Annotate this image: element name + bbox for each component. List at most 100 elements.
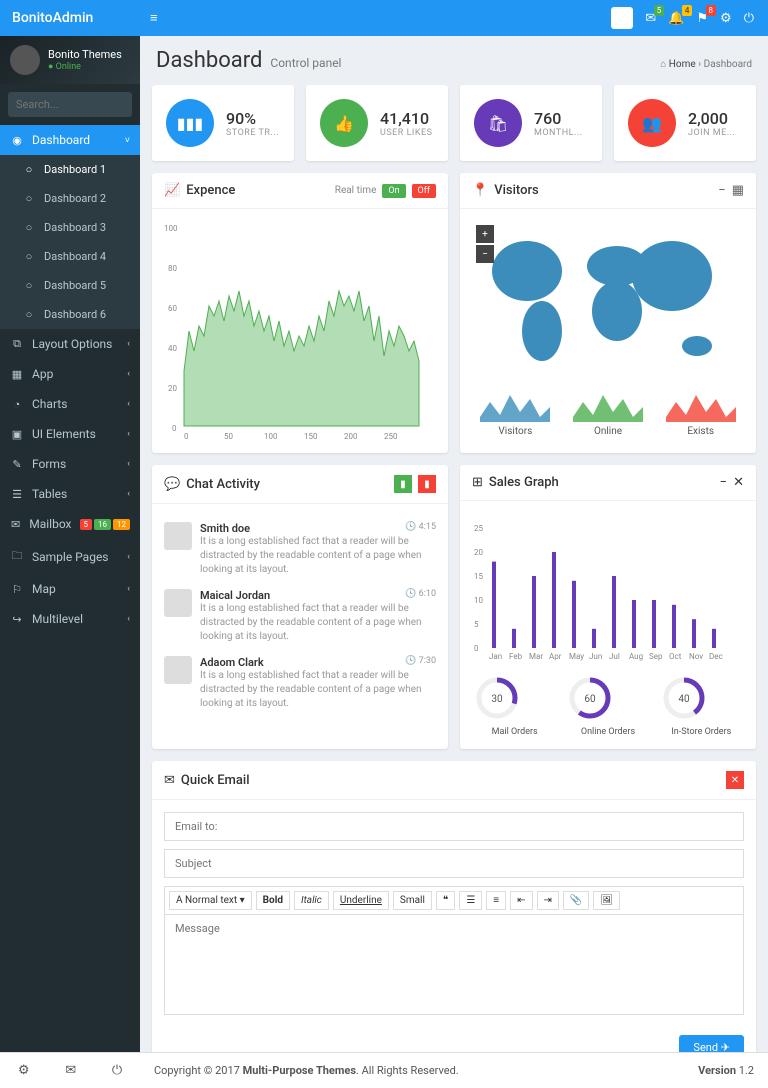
nav-dashboard[interactable]: ◉Dashboard˅ [0, 125, 140, 155]
email-subject-input[interactable] [164, 849, 744, 878]
stat-label: USER LIKES [380, 128, 432, 138]
svg-text:May: May [569, 652, 584, 661]
nav-dashboard-5[interactable]: ○Dashboard 5 [0, 271, 140, 300]
donut-chart: 40 [659, 673, 709, 723]
svg-text:250: 250 [384, 432, 398, 441]
sales-collapse[interactable]: − [720, 475, 727, 490]
svg-text:0: 0 [172, 424, 177, 433]
stat-label: JOIN ME... [688, 128, 735, 138]
nav-map[interactable]: ⚐Map‹ [0, 574, 140, 604]
small-button[interactable]: Small [393, 891, 432, 910]
nav-layout[interactable]: ⧉Layout Options‹ [0, 329, 140, 359]
user-name: Bonito Themes [48, 48, 122, 61]
ul-button[interactable]: ☰ [459, 891, 482, 910]
attach-button[interactable]: 📎 [563, 891, 589, 910]
chat-message: Adaom ClarkIt is a long established fact… [164, 650, 436, 714]
stat-value: 760 [534, 109, 583, 128]
search-input-wrap: 🔍 [8, 92, 132, 117]
underline-button[interactable]: Underline [333, 891, 389, 910]
sparkline-label: Online [565, 426, 652, 437]
quote-button[interactable]: ❝ [436, 891, 455, 910]
svg-text:25: 25 [474, 524, 483, 533]
nav-dashboard-3[interactable]: ○Dashboard 3 [0, 213, 140, 242]
svg-text:Feb: Feb [509, 652, 523, 661]
donut-label: In-Store Orders [659, 727, 744, 737]
stat-label: MONTHL... [534, 128, 583, 138]
svg-text:0: 0 [184, 432, 189, 441]
calendar-icon[interactable]: ▦ [732, 183, 744, 198]
mail-icon[interactable]: ✉5 [645, 11, 656, 26]
sales-close[interactable]: ✕ [733, 475, 744, 490]
gear-icon[interactable]: ⚙ [720, 11, 732, 26]
donut-chart: 30 [472, 673, 522, 723]
nav-ui[interactable]: ▣UI Elements‹ [0, 419, 140, 449]
svg-text:100: 100 [164, 224, 178, 233]
nav-dashboard-1[interactable]: ○Dashboard 1 [0, 155, 140, 184]
svg-text:5: 5 [474, 620, 479, 629]
collapse-icon[interactable]: − [718, 183, 725, 198]
donut-label: Online Orders [565, 727, 650, 737]
power-icon[interactable]: ⏻ [744, 11, 754, 26]
nav-charts[interactable]: ◔Charts‹ [0, 389, 140, 419]
nav-forms[interactable]: ✎Forms‹ [0, 449, 140, 479]
chat-remove[interactable]: ▮ [418, 475, 436, 493]
user-panel: Bonito Themes ● Online [0, 36, 140, 84]
ol-button[interactable]: ≡ [486, 891, 506, 910]
nav-dashboard-6[interactable]: ○Dashboard 6 [0, 300, 140, 329]
footer-power-icon[interactable]: ⏻ [112, 1063, 122, 1078]
bell-icon[interactable]: 🔔4 [668, 11, 684, 26]
user-avatar[interactable] [611, 7, 633, 29]
realtime-off[interactable]: Off [412, 184, 436, 198]
footer-mail-icon[interactable]: ✉ [65, 1063, 76, 1078]
nav-mailbox[interactable]: ✉Mailbox51612 [0, 509, 140, 539]
stat-icon: 🛍 [474, 99, 522, 147]
italic-button[interactable]: Italic [294, 891, 329, 910]
image-button[interactable]: 🖼 [593, 891, 620, 910]
chat-add[interactable]: ▮ [394, 475, 412, 493]
nav-multilevel[interactable]: ↪Multilevel‹ [0, 604, 140, 634]
email-body-input[interactable] [164, 915, 744, 1015]
email-to-input[interactable] [164, 812, 744, 841]
sidebar-toggle[interactable]: ≡ [140, 10, 168, 26]
breadcrumb-home[interactable]: Home [669, 59, 696, 70]
sparkline-label: Exists [657, 426, 744, 437]
flag-icon[interactable]: ⚑8 [696, 11, 708, 26]
nav-app[interactable]: ▦App‹ [0, 359, 140, 389]
nav-dashboard-4[interactable]: ○Dashboard 4 [0, 242, 140, 271]
footer-gear-icon[interactable]: ⚙ [18, 1063, 30, 1078]
svg-text:Apr: Apr [549, 652, 562, 661]
stat-icon: 👥 [628, 99, 676, 147]
svg-text:40: 40 [168, 344, 177, 353]
sparkline [666, 387, 736, 422]
svg-text:50: 50 [224, 432, 233, 441]
send-button[interactable]: Send ✈ [679, 1035, 744, 1052]
donut-label: Mail Orders [472, 727, 557, 737]
stat-card: 👥2,000JOIN ME... [614, 85, 756, 161]
brand-logo[interactable]: BonitoAdmin [0, 10, 140, 26]
zoom-out[interactable]: − [476, 245, 494, 263]
svg-text:Dec: Dec [709, 652, 723, 661]
svg-text:Aug: Aug [629, 652, 643, 661]
nav-sample[interactable]: 🗀Sample Pages‹ [0, 539, 140, 574]
zoom-in[interactable]: + [476, 225, 494, 243]
page-title: Dashboard [156, 48, 262, 73]
nav-dashboard-2[interactable]: ○Dashboard 2 [0, 184, 140, 213]
stat-card: 👍41,410USER LIKES [306, 85, 448, 161]
marker-icon: 📍 [472, 183, 488, 198]
stat-card: 🛍 760MONTHL... [460, 85, 602, 161]
sidebar-avatar[interactable] [10, 45, 40, 75]
world-map [472, 221, 732, 381]
chat-title: Chat Activity [186, 477, 260, 492]
realtime-on[interactable]: On [382, 184, 405, 198]
email-close[interactable]: ✕ [726, 771, 744, 789]
nav-tables[interactable]: ☰Tables‹ [0, 479, 140, 509]
svg-text:Nov: Nov [689, 652, 703, 661]
bold-button[interactable]: Bold [256, 891, 290, 910]
chat-name: Maical Jordan [200, 589, 436, 602]
outdent-button[interactable]: ⇤ [510, 891, 532, 910]
footer-version: Version 1.2 [698, 1064, 754, 1077]
font-button[interactable]: A Normal text ▾ [169, 891, 252, 910]
indent-button[interactable]: ⇥ [537, 891, 559, 910]
stat-label: STORE TR... [226, 128, 279, 138]
chat-time: 🕓 4:15 [405, 522, 436, 532]
